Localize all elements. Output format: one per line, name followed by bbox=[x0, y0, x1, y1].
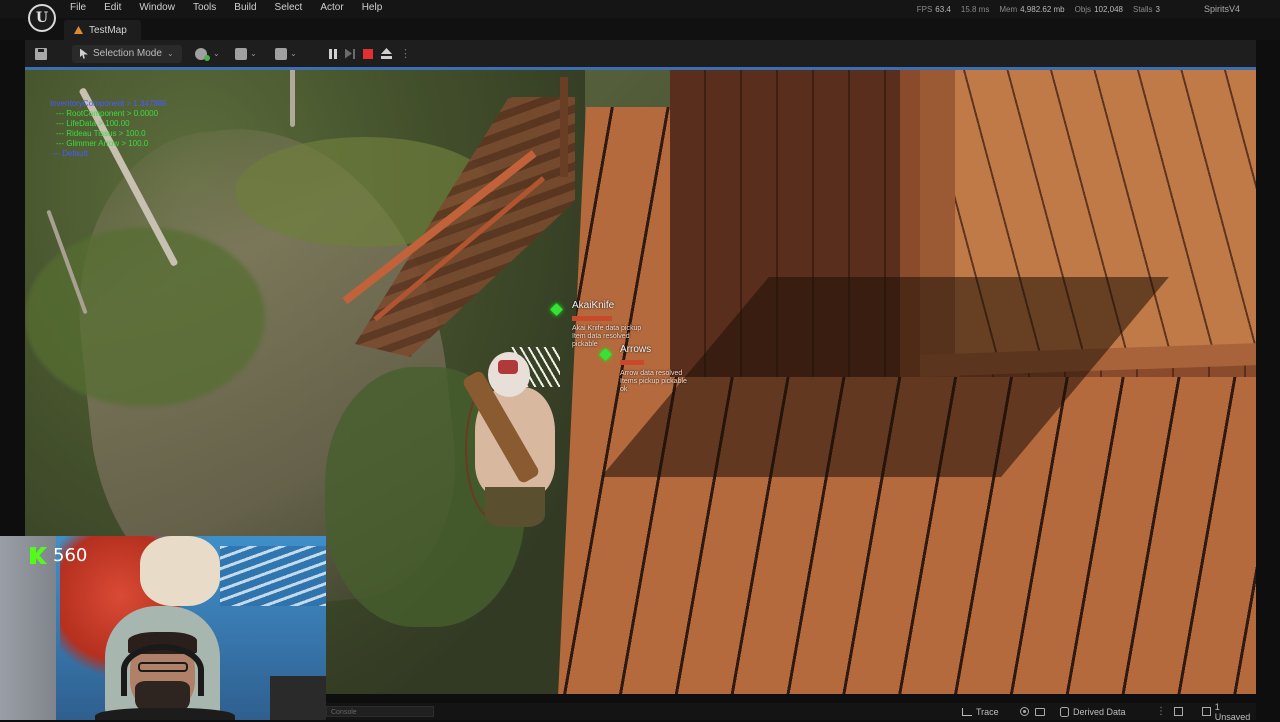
menu-bar: U File Edit Window Tools Build Select Ac… bbox=[0, 0, 1280, 32]
trace-icon bbox=[962, 707, 972, 716]
tab-label: TestMap bbox=[89, 24, 127, 36]
menu-file[interactable]: File bbox=[70, 2, 95, 13]
kick-follower-badge: 560 bbox=[30, 545, 87, 566]
pause-icon[interactable] bbox=[329, 48, 337, 59]
kick-count: 560 bbox=[53, 545, 88, 566]
derived-data-button[interactable]: Derived Data bbox=[1060, 706, 1126, 717]
revision-control-button[interactable] bbox=[1174, 707, 1183, 716]
trace-label: Trace bbox=[976, 706, 999, 717]
cinematics-button[interactable]: ⌄ bbox=[271, 45, 301, 63]
source-control-icon bbox=[1174, 707, 1183, 716]
item-health-bar bbox=[620, 360, 644, 365]
item-label-arrows: Arrows bbox=[620, 344, 652, 355]
fps-stat: FPS 63.4 bbox=[916, 5, 951, 14]
item-label-akaiknife: AkaiKnife bbox=[572, 300, 615, 311]
main-menu: File Edit Window Tools Build Select Acto… bbox=[70, 2, 400, 13]
blueprint-button[interactable]: ⌄ bbox=[231, 45, 261, 63]
more-options-icon: ⋮ bbox=[1156, 706, 1166, 717]
debug-line: --- RootComponent > 0.0000 bbox=[56, 109, 159, 118]
stop-icon[interactable] bbox=[363, 48, 373, 59]
debug-line: --- Glimmer Arrow > 100.0 bbox=[56, 139, 149, 148]
item-info: Arrow data resolved bbox=[620, 370, 683, 377]
record-icon bbox=[1020, 707, 1029, 716]
unsaved-button[interactable]: 1 Unsaved bbox=[1202, 702, 1256, 722]
performance-stats: FPS 63.4 15.8 ms Mem 4,982.62 mb Objs 102,0… bbox=[917, 5, 1160, 14]
debug-overlay: InventoryComponent > 1.347885 --- RootCo… bbox=[50, 99, 167, 159]
glasses bbox=[138, 662, 188, 672]
cursor-arrow-icon bbox=[80, 48, 88, 59]
trace-button[interactable]: Trace bbox=[962, 707, 999, 717]
console-input[interactable]: Console bbox=[326, 706, 434, 717]
debug-line: --- Rideau Tissus > 100.0 bbox=[56, 129, 146, 138]
chevron-down-icon: ⌄ bbox=[166, 49, 174, 58]
railing-post bbox=[560, 77, 568, 177]
menu-select[interactable]: Select bbox=[275, 2, 312, 13]
character-skirt bbox=[485, 487, 545, 527]
player-character bbox=[450, 347, 570, 537]
add-content-button[interactable]: ⌄ bbox=[191, 45, 224, 63]
birch-trunk bbox=[290, 67, 295, 127]
debug-line: --- Default bbox=[52, 149, 88, 158]
microphone-arm bbox=[270, 676, 326, 720]
unreal-logo-icon[interactable]: U bbox=[28, 4, 56, 32]
item-info: pickable bbox=[572, 341, 598, 348]
chevron-down-icon: ⌄ bbox=[290, 49, 297, 58]
objects-stat: Objs 102,048 bbox=[1074, 5, 1123, 14]
debug-line: InventoryComponent > 1.347885 bbox=[50, 99, 167, 108]
menu-help[interactable]: Help bbox=[362, 2, 392, 13]
kick-logo-icon bbox=[30, 547, 47, 564]
debug-line: --- LifeData > 100.00 bbox=[56, 119, 130, 128]
database-icon bbox=[1060, 706, 1069, 717]
item-info: Items pickup pickable bbox=[620, 378, 687, 385]
viewport-active-border bbox=[25, 67, 1256, 70]
item-info: Akai Knife data pickup bbox=[572, 325, 642, 332]
menu-build[interactable]: Build bbox=[234, 2, 265, 13]
status-bar: Console Trace Derived Data ⋮ 1 Unsaved bbox=[326, 702, 1256, 722]
chevron-down-icon: ⌄ bbox=[250, 49, 257, 58]
selection-mode-label: Selection Mode bbox=[93, 48, 162, 59]
step-frame-icon[interactable] bbox=[345, 48, 355, 59]
menu-edit[interactable]: Edit bbox=[104, 2, 130, 13]
chevron-down-icon: ⌄ bbox=[213, 49, 220, 58]
blueprint-icon bbox=[235, 47, 247, 60]
frame-time-stat: 15.8 ms bbox=[960, 5, 990, 14]
selection-mode-dropdown[interactable]: Selection Mode ⌄ bbox=[72, 44, 182, 63]
project-name: SpiritsV4 bbox=[1203, 4, 1240, 14]
menu-window[interactable]: Window bbox=[139, 2, 184, 13]
save-icon[interactable] bbox=[35, 47, 47, 60]
derived-data-label: Derived Data bbox=[1073, 706, 1126, 717]
item-health-bar bbox=[572, 316, 612, 321]
level-editor-toolbar: Selection Mode ⌄ ⌄ ⌄ ⌄ ⋮ bbox=[25, 40, 1256, 67]
character-head bbox=[488, 352, 530, 397]
document-tab-bar: TestMap bbox=[0, 18, 1280, 40]
item-info: ok bbox=[620, 386, 628, 393]
unsaved-label: 1 Unsaved bbox=[1214, 701, 1251, 722]
poster-wave bbox=[220, 546, 326, 606]
more-status-button[interactable]: ⋮ bbox=[1156, 706, 1166, 717]
item-info: Item data resolved bbox=[572, 333, 630, 340]
menu-actor[interactable]: Actor bbox=[320, 2, 352, 13]
plus-badge-icon bbox=[204, 54, 210, 61]
unsaved-icon bbox=[1202, 707, 1211, 716]
memory-stat: Mem 4,982.62 mb bbox=[999, 5, 1065, 14]
level-icon bbox=[74, 26, 83, 34]
stalls-stat: Stalls 3 bbox=[1132, 5, 1160, 14]
screenshot-button[interactable] bbox=[1035, 707, 1045, 716]
play-controls: ⋮ bbox=[325, 45, 414, 63]
record-button[interactable] bbox=[1020, 707, 1029, 716]
tab-testmap[interactable]: TestMap bbox=[64, 20, 141, 40]
poster-character-face bbox=[140, 536, 220, 606]
streamer-shirt bbox=[95, 708, 235, 720]
more-options-icon[interactable]: ⋮ bbox=[400, 47, 411, 60]
clapperboard-icon bbox=[275, 47, 287, 60]
menu-tools[interactable]: Tools bbox=[193, 2, 225, 13]
camera-icon bbox=[1035, 707, 1045, 716]
eject-icon[interactable] bbox=[381, 48, 392, 59]
